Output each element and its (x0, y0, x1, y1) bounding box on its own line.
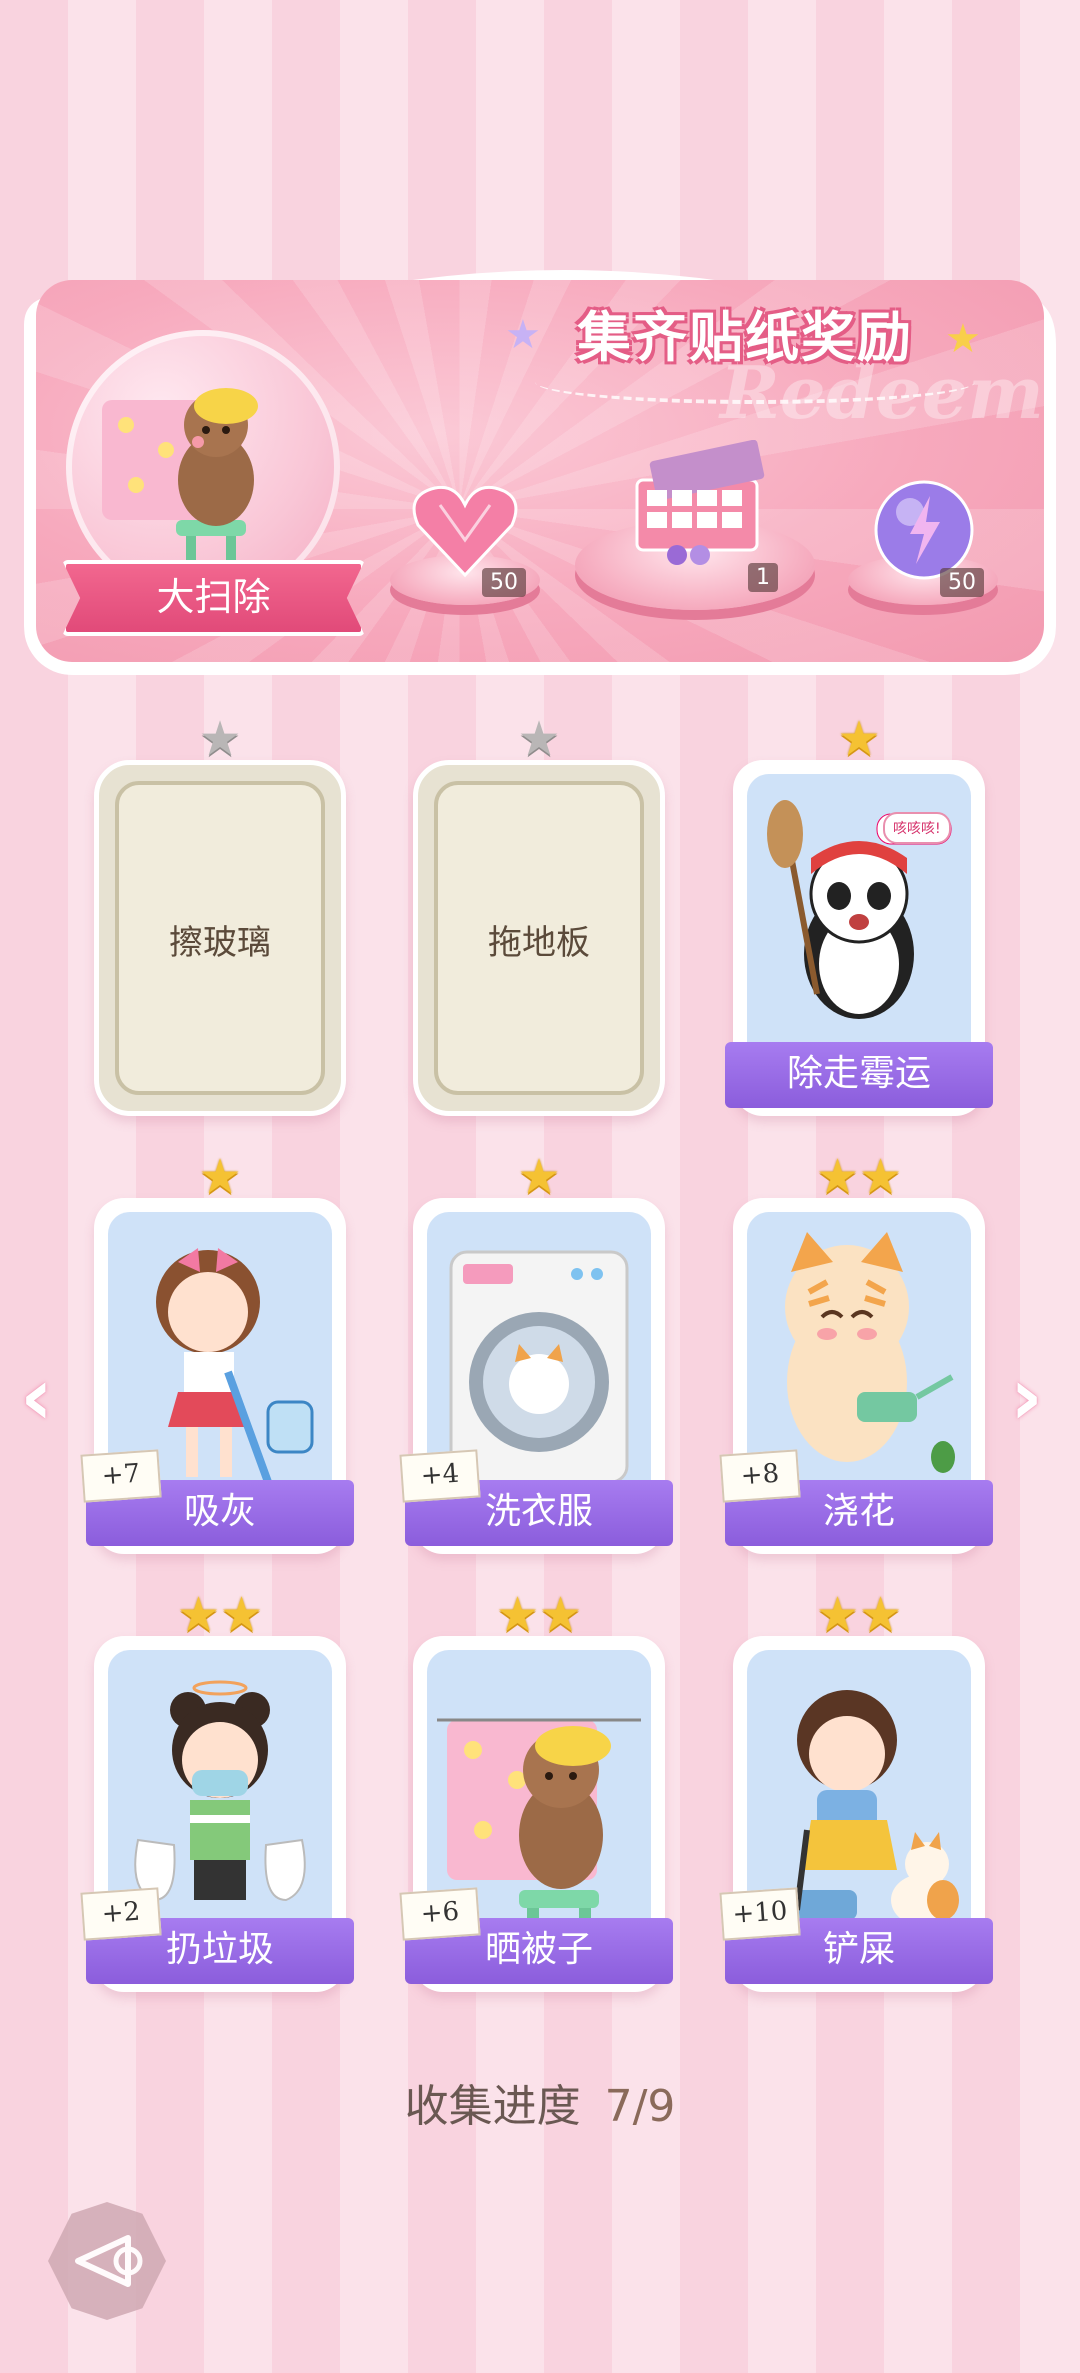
bonus-tag: +4 (399, 1449, 481, 1503)
sticker-card[interactable]: 晒被子 +6 (399, 1636, 673, 1992)
card-stars: ★ (837, 711, 881, 767)
card-stars: ★ (517, 711, 561, 767)
bonus-tag: +2 (80, 1887, 162, 1941)
card-stars: ★★ (815, 1149, 903, 1205)
progress-label: 收集进度 (404, 2081, 581, 2132)
bonus-tag: +6 (399, 1887, 481, 1941)
speech-bubble: 咳咳咳! (883, 812, 951, 844)
back-button[interactable] (48, 2202, 166, 2320)
chevron-right-icon[interactable]: › (1010, 1350, 1043, 1443)
sticker-card-empty[interactable]: 擦玻璃 (94, 760, 346, 1116)
sticker-box-count: 1 (748, 563, 778, 592)
sticker-card[interactable]: 除走霉运 咳咳咳! (725, 760, 993, 1116)
card-stars: ★ (198, 1149, 242, 1205)
collection-progress: 收集进度 7/9 (0, 2070, 1080, 2134)
card-label: 拖地板 (488, 923, 590, 963)
energy-orb-count: 50 (940, 568, 984, 597)
heart-gem-count: 50 (482, 568, 526, 597)
back-arrow-icon (75, 2235, 143, 2287)
purple-star-icon: ★ (505, 312, 541, 358)
card-stars: ★ (517, 1149, 561, 1205)
card-stars: ★★ (815, 1587, 903, 1643)
bonus-tag: +8 (719, 1449, 801, 1503)
sticker-box-icon[interactable] (622, 439, 772, 574)
set-name-ribbon: 大扫除 (62, 560, 365, 636)
card-name-bar: 除走霉运 (725, 1042, 993, 1108)
gold-star-icon: ★ (945, 316, 981, 362)
sticker-card[interactable]: 浇花 +8 (719, 1198, 993, 1554)
sticker-card[interactable]: 洗衣服 +4 (399, 1198, 673, 1554)
card-label: 擦玻璃 (169, 923, 271, 963)
bonus-tag: +10 (719, 1887, 801, 1941)
chevron-left-icon[interactable]: ‹ (20, 1350, 53, 1443)
sticker-card[interactable]: 扔垃圾 +2 (80, 1636, 354, 1992)
card-stars: ★★ (176, 1587, 264, 1643)
bonus-tag: +7 (80, 1449, 162, 1503)
card-stars: ★★ (495, 1587, 583, 1643)
card-stars: ★ (198, 711, 242, 767)
sticker-card-empty[interactable]: 拖地板 (413, 760, 665, 1116)
reward-title: 集齐贴纸奖励 (577, 306, 913, 369)
sticker-card[interactable]: 吸灰 +7 (80, 1198, 354, 1554)
sticker-card[interactable]: 铲屎 +10 (719, 1636, 993, 1992)
progress-value: 7/9 (604, 2081, 676, 2132)
